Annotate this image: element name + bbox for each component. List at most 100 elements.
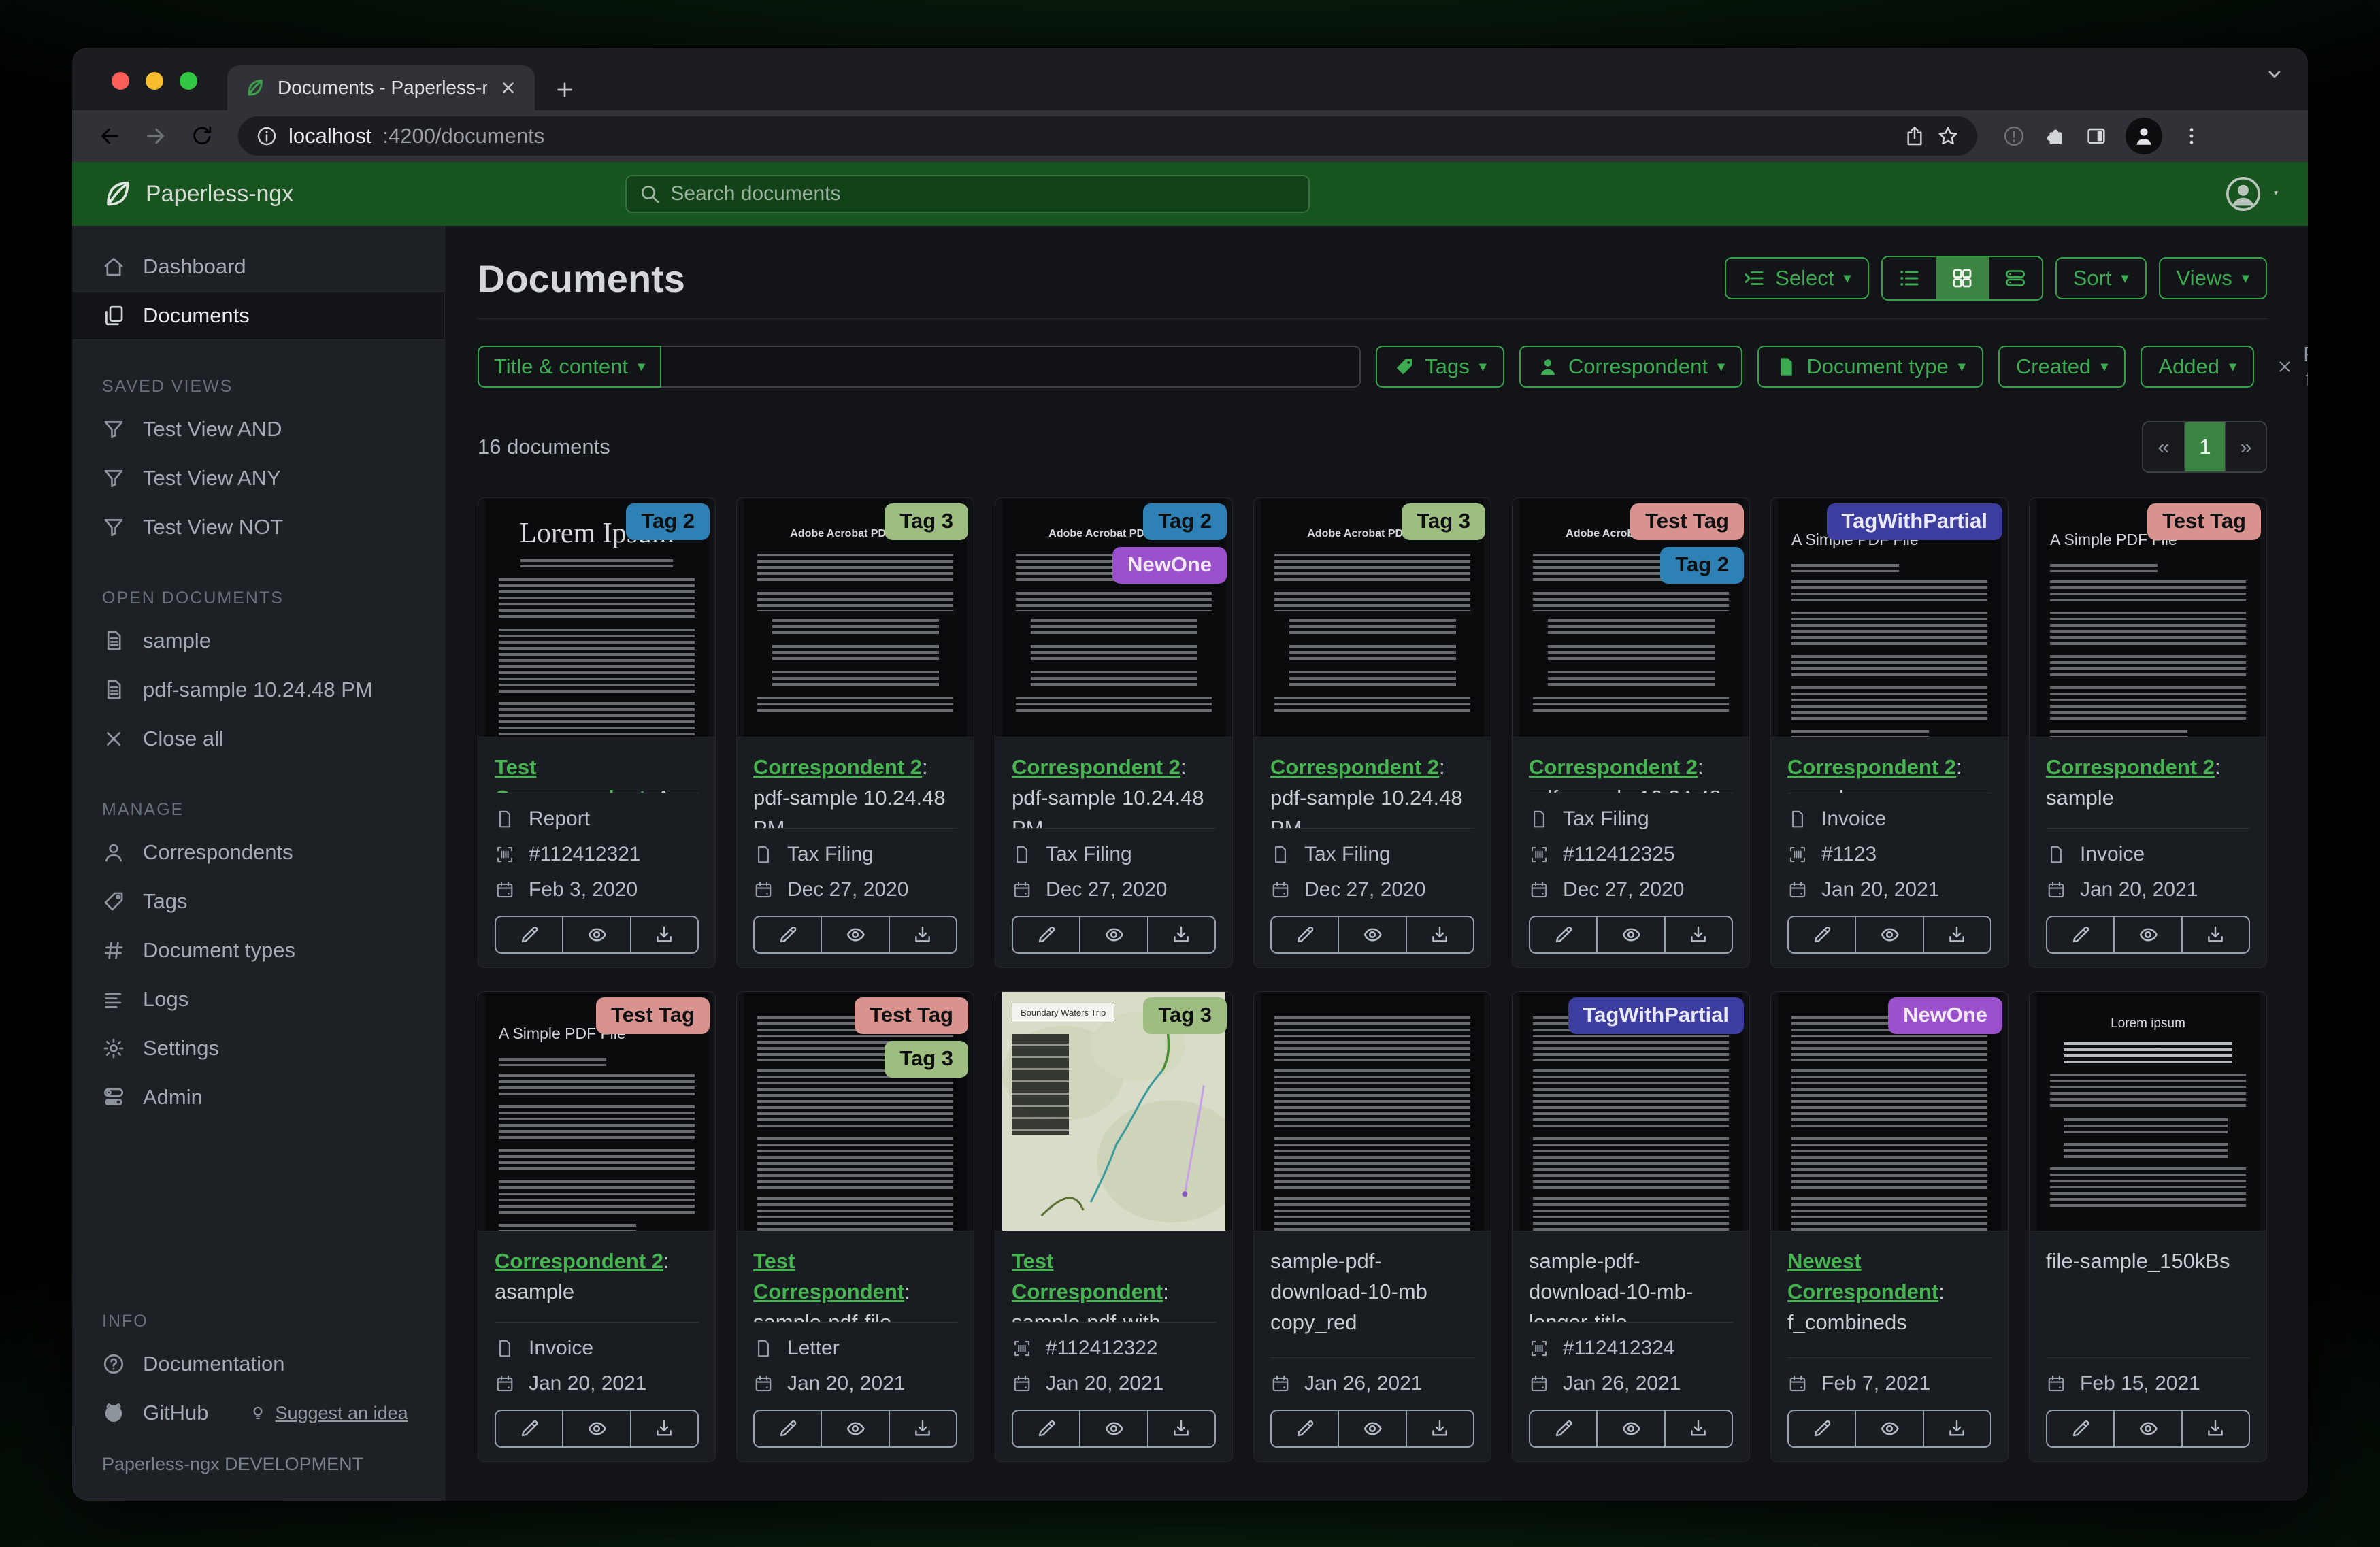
pagination-page-1[interactable]: 1: [2184, 422, 2225, 471]
correspondent-link[interactable]: Test Correspondent: [1012, 1249, 1163, 1303]
view-button[interactable]: [1338, 917, 1405, 952]
back-button[interactable]: [90, 116, 129, 156]
edit-button[interactable]: [2047, 917, 2113, 952]
tag-badge[interactable]: Test Tag: [2147, 503, 2261, 540]
new-tab-button[interactable]: [554, 79, 576, 101]
tag-badge[interactable]: NewOne: [1887, 997, 2002, 1034]
sidebar-item-github[interactable]: GitHub Suggest an idea: [72, 1388, 444, 1437]
edit-button[interactable]: [2047, 1411, 2113, 1446]
correspondent-link[interactable]: Correspondent 2: [1787, 755, 1956, 779]
tag-badge[interactable]: Tag 2: [1143, 503, 1227, 540]
edit-button[interactable]: [1530, 1411, 1596, 1446]
download-button[interactable]: [629, 917, 697, 952]
download-button[interactable]: [1405, 917, 1473, 952]
view-button[interactable]: [1596, 1411, 1664, 1446]
download-button[interactable]: [1405, 1411, 1473, 1446]
edit-button[interactable]: [1013, 917, 1079, 952]
view-button[interactable]: [2113, 1411, 2181, 1446]
url-bar[interactable]: localhost:4200/documents: [238, 116, 1977, 156]
filter-created-button[interactable]: Created ▾: [1998, 346, 2126, 388]
view-button[interactable]: [562, 1411, 629, 1446]
sidebar-item-documents[interactable]: Documents: [72, 291, 444, 340]
sidebar-item-settings[interactable]: Settings: [72, 1024, 444, 1073]
global-search[interactable]: [625, 175, 1310, 213]
pagination-next[interactable]: »: [2225, 422, 2266, 471]
tag-badge[interactable]: TagWithPartial: [1826, 503, 2002, 540]
correspondent-link[interactable]: Correspondent 2: [495, 1249, 663, 1273]
sidebar-item-sample[interactable]: sample: [72, 616, 444, 665]
tag-badge[interactable]: Tag 3: [885, 503, 968, 540]
sidebar-item-close-all[interactable]: Close all: [72, 714, 444, 763]
download-button[interactable]: [888, 1411, 956, 1446]
download-button[interactable]: [2181, 1411, 2249, 1446]
browser-menu-kebab-icon[interactable]: [2180, 124, 2203, 148]
browser-profile-avatar[interactable]: [2126, 118, 2162, 154]
download-button[interactable]: [629, 1411, 697, 1446]
document-thumbnail[interactable]: Lorem ipsum: [2036, 992, 2260, 1231]
split-view-icon[interactable]: [2085, 124, 2108, 148]
tab-close-icon[interactable]: [499, 79, 517, 97]
view-button[interactable]: [562, 917, 629, 952]
view-detail-button[interactable]: [1989, 257, 2042, 299]
suggest-an-idea-link[interactable]: Suggest an idea: [249, 1403, 408, 1424]
edit-button[interactable]: [1789, 917, 1855, 952]
correspondent-link[interactable]: Newest Correspondent: [1787, 1249, 1938, 1303]
view-button[interactable]: [1855, 1411, 1922, 1446]
status-circle-icon[interactable]: [2002, 124, 2026, 148]
correspondent-link[interactable]: Correspondent 2: [1270, 755, 1439, 779]
tag-badge[interactable]: Tag 2: [1660, 547, 1744, 584]
browser-tab[interactable]: Documents - Paperless-ngx: [227, 65, 535, 110]
tag-badge[interactable]: Test Tag: [596, 997, 710, 1034]
sidebar-item-pdf-sample-10-24-48-pm[interactable]: pdf-sample 10.24.48 PM: [72, 665, 444, 714]
reset-filters-button[interactable]: Reset filters: [2276, 342, 2308, 391]
edit-button[interactable]: [1272, 1411, 1338, 1446]
filter-field-dropdown[interactable]: Title & content ▾: [478, 346, 662, 388]
filter-correspondent-button[interactable]: Correspondent ▾: [1519, 346, 1743, 388]
correspondent-link[interactable]: Test Correspondent: [495, 755, 646, 793]
view-button[interactable]: [1596, 917, 1664, 952]
close-window-button[interactable]: [112, 72, 129, 90]
filter-document-type-button[interactable]: Document type ▾: [1757, 346, 1983, 388]
sidebar-item-documentation[interactable]: Documentation: [72, 1340, 444, 1388]
correspondent-link[interactable]: Correspondent 2: [1012, 755, 1180, 779]
sidebar-item-tags[interactable]: Tags: [72, 877, 444, 926]
sidebar-item-dashboard[interactable]: Dashboard: [72, 242, 444, 291]
tag-badge[interactable]: Test Tag: [1630, 503, 1744, 540]
edit-button[interactable]: [755, 917, 821, 952]
pagination-prev[interactable]: «: [2143, 422, 2184, 471]
sidebar-item-admin[interactable]: Admin: [72, 1073, 444, 1122]
view-button[interactable]: [821, 917, 888, 952]
tag-badge[interactable]: TagWithPartial: [1568, 997, 1744, 1034]
document-thumbnail[interactable]: [1261, 992, 1484, 1231]
edit-button[interactable]: [496, 917, 562, 952]
extensions-puzzle-icon[interactable]: [2044, 124, 2067, 148]
download-button[interactable]: [1146, 1411, 1214, 1446]
edit-button[interactable]: [496, 1411, 562, 1446]
views-dropdown-button[interactable]: Views ▾: [2158, 257, 2267, 299]
select-dropdown-button[interactable]: Select ▾: [1725, 257, 1869, 299]
sidebar-item-test-view-any[interactable]: Test View ANY: [72, 454, 444, 503]
edit-button[interactable]: [1530, 917, 1596, 952]
tag-badge[interactable]: Tag 3: [1402, 503, 1485, 540]
download-button[interactable]: [1664, 1411, 1732, 1446]
view-button[interactable]: [821, 1411, 888, 1446]
edit-button[interactable]: [1013, 1411, 1079, 1446]
download-button[interactable]: [1922, 1411, 1990, 1446]
tab-list-chevron-icon[interactable]: [2264, 64, 2285, 84]
view-button[interactable]: [1079, 1411, 1146, 1446]
share-icon[interactable]: [1904, 125, 1926, 147]
view-list-button[interactable]: [1883, 257, 1936, 299]
filter-tags-button[interactable]: Tags ▾: [1376, 346, 1504, 388]
download-button[interactable]: [2181, 917, 2249, 952]
tag-badge[interactable]: Tag 3: [1143, 997, 1227, 1034]
view-button[interactable]: [1079, 917, 1146, 952]
reload-button[interactable]: [182, 116, 222, 156]
forward-button[interactable]: [136, 116, 176, 156]
filter-text-input[interactable]: [661, 346, 1361, 388]
sidebar-item-document-types[interactable]: Document types: [72, 926, 444, 975]
sidebar-item-test-view-and[interactable]: Test View AND: [72, 405, 444, 454]
sort-dropdown-button[interactable]: Sort ▾: [2055, 257, 2147, 299]
view-button[interactable]: [1338, 1411, 1405, 1446]
download-button[interactable]: [1664, 917, 1732, 952]
sidebar-item-correspondents[interactable]: Correspondents: [72, 828, 444, 877]
